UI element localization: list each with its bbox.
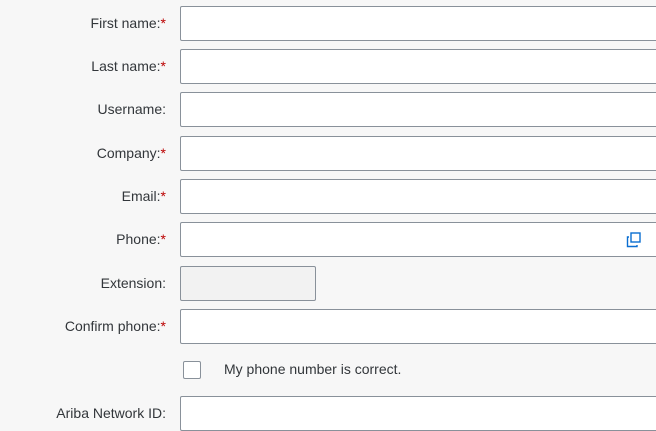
ariba-network-id-label: Ariba Network ID: (56, 405, 166, 421)
copy-icon[interactable] (625, 231, 643, 249)
email-label: Email:* (121, 188, 166, 204)
phone-correct-label[interactable]: My phone number is correct. (224, 352, 401, 387)
phone-correct-row: My phone number is correct. (0, 352, 656, 388)
username-row: Username: (0, 92, 656, 127)
required-marker: * (160, 188, 166, 204)
confirm-phone-row: Confirm phone:* (0, 309, 656, 344)
email-row: Email:* (0, 179, 656, 214)
company-label: Company:* (96, 145, 166, 161)
first-name-input[interactable] (180, 6, 656, 41)
required-marker: * (160, 58, 166, 74)
last-name-input[interactable] (180, 49, 656, 84)
confirm-phone-input[interactable] (180, 309, 656, 344)
required-marker: * (160, 15, 166, 31)
phone-correct-checkbox[interactable] (183, 361, 201, 379)
required-marker: * (160, 318, 166, 334)
first-name-label: First name:* (90, 15, 166, 31)
required-marker: * (160, 145, 166, 161)
phone-row: Phone:* (0, 222, 656, 257)
last-name-label: Last name:* (91, 58, 166, 74)
company-row: Company:* (0, 136, 656, 171)
required-marker: * (160, 231, 166, 247)
phone-label: Phone:* (116, 231, 166, 247)
ariba-network-id-input[interactable] (180, 396, 656, 431)
confirm-phone-label: Confirm phone:* (64, 318, 166, 334)
last-name-row: Last name:* (0, 49, 656, 84)
extension-row: Extension: (0, 266, 656, 301)
phone-input[interactable] (180, 222, 656, 257)
extension-label: Extension: (100, 275, 166, 291)
ariba-network-id-row: Ariba Network ID: (0, 396, 656, 431)
extension-input[interactable] (180, 266, 316, 301)
company-input[interactable] (180, 136, 656, 171)
email-input[interactable] (180, 179, 656, 214)
first-name-row: First name:* (0, 6, 656, 41)
username-input[interactable] (180, 92, 656, 127)
username-label: Username: (97, 101, 166, 117)
